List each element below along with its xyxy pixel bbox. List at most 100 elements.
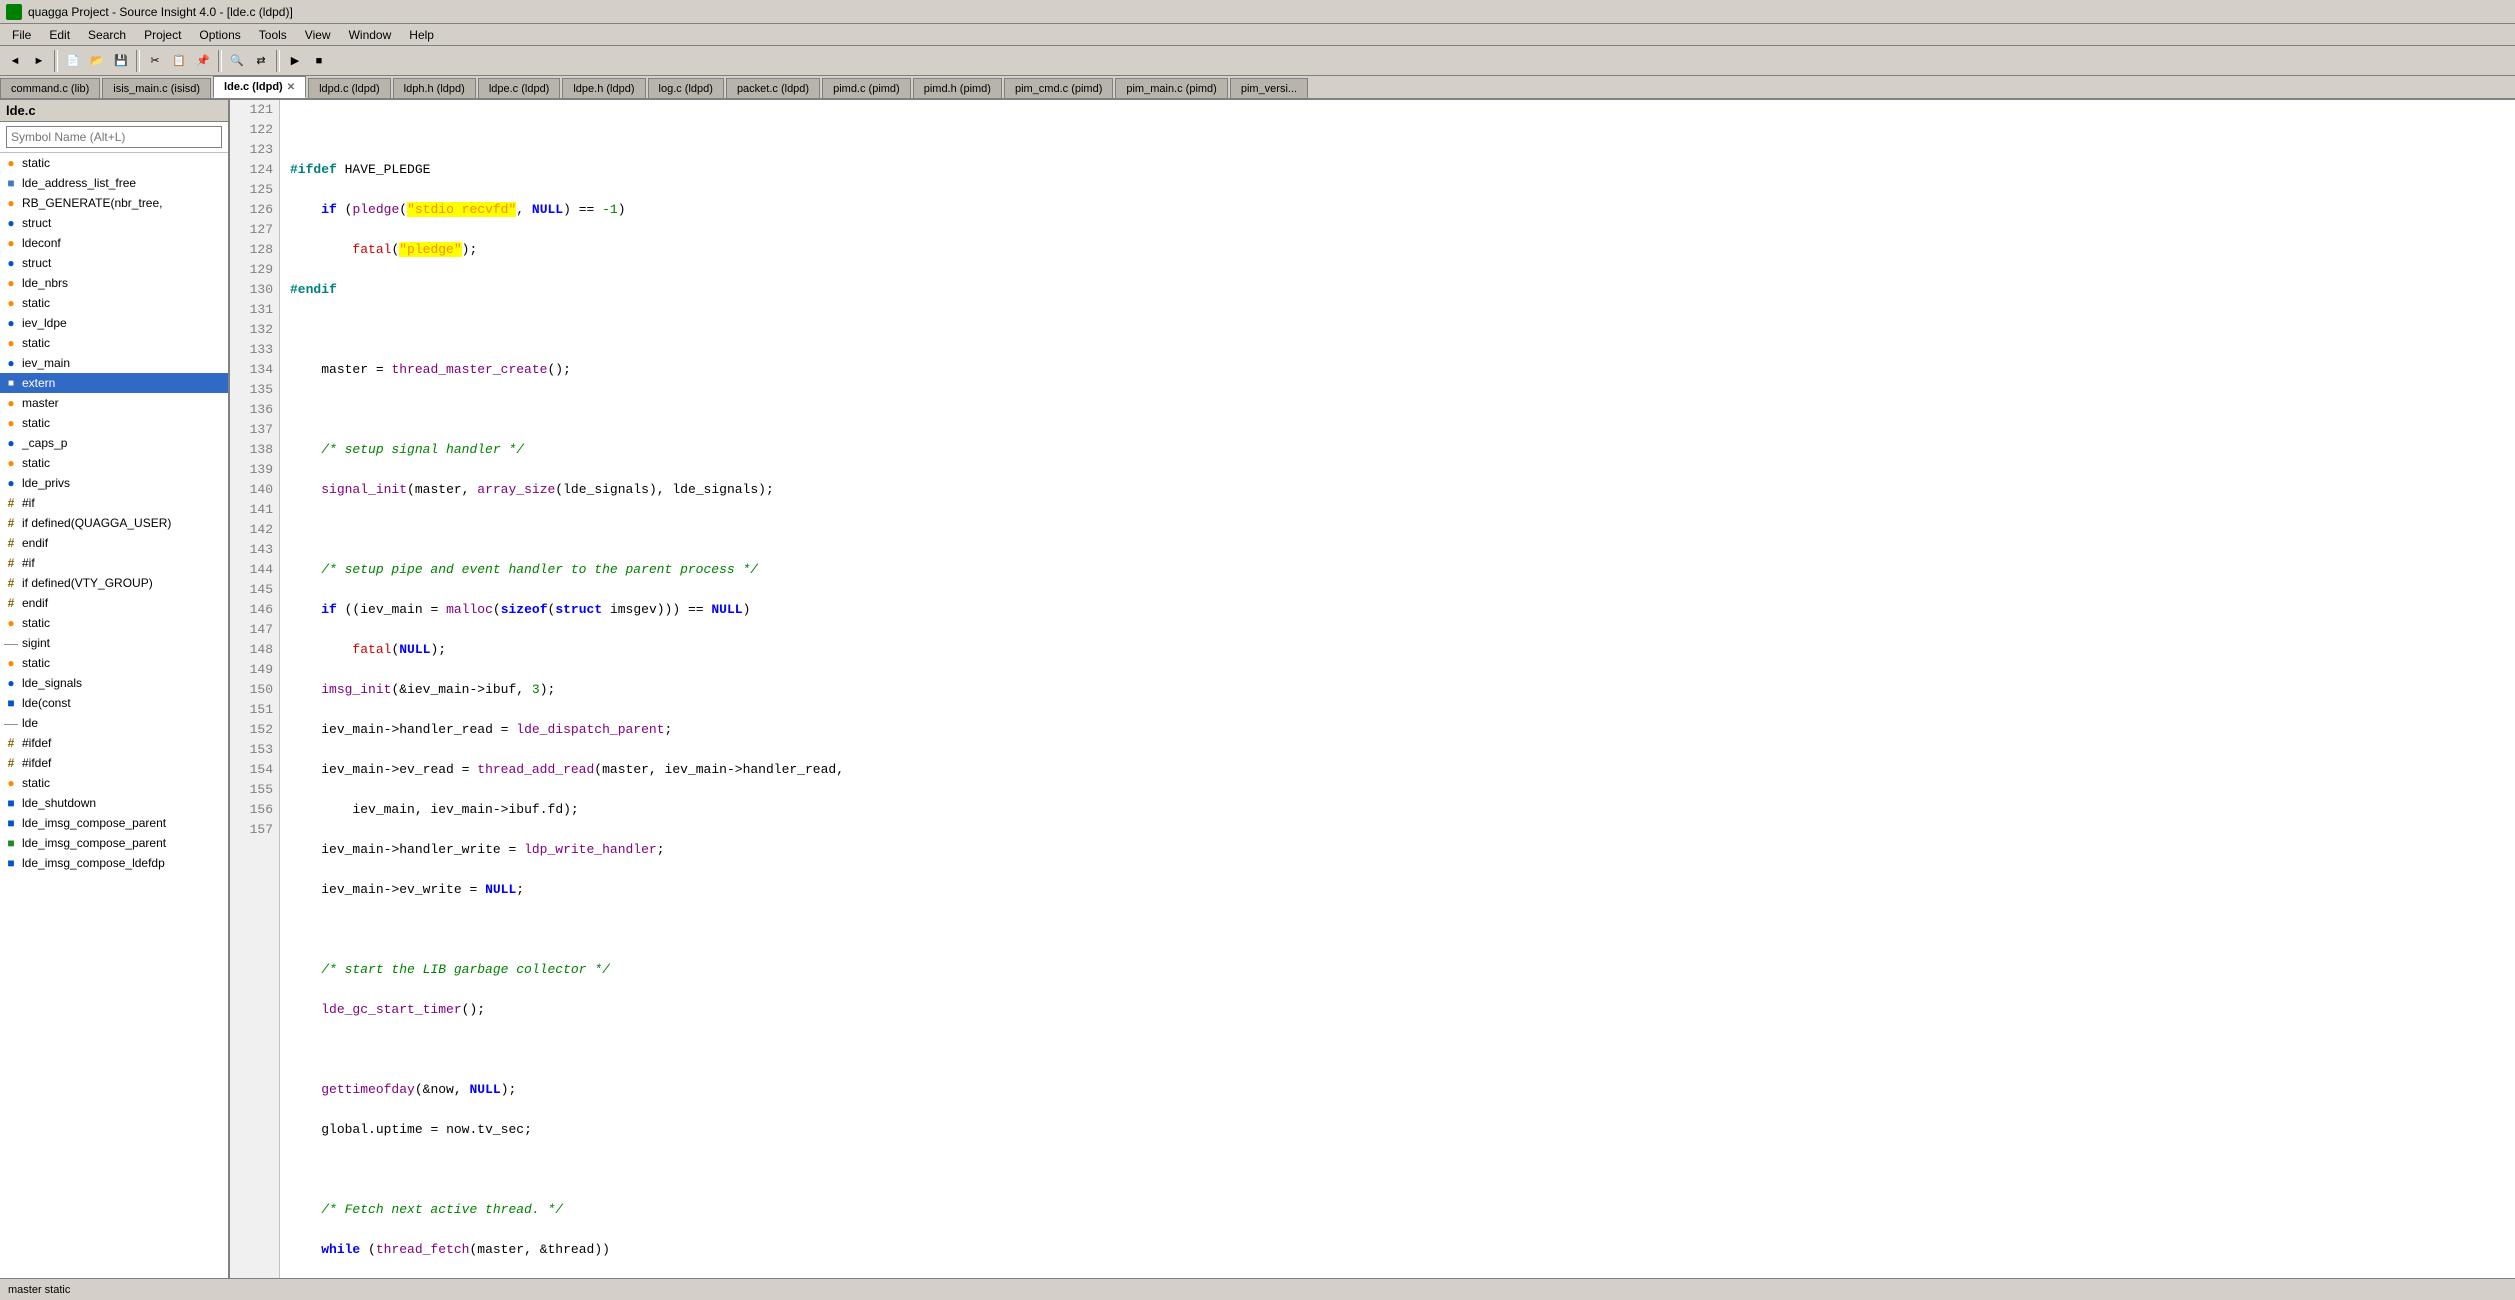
sidebar-search-container — [0, 122, 228, 153]
tab-ldph-h[interactable]: ldph.h (ldpd) — [393, 78, 476, 98]
circle-orange-icon11: ● — [4, 656, 18, 670]
menu-item-help[interactable]: Help — [401, 24, 442, 45]
sidebar-item-ldeimsgcomposeparent2[interactable]: ■ lde_imsg_compose_parent — [0, 833, 228, 853]
sidebar-item-static2[interactable]: ● static — [0, 293, 228, 313]
code-line-138: iev_main, iev_main->ibuf.fd); — [290, 800, 2505, 820]
code-line-141 — [290, 920, 2505, 940]
sidebar-item-endif2[interactable]: # endif — [0, 593, 228, 613]
code-line-148: /* Fetch next active thread. */ — [290, 1200, 2505, 1220]
circle-blue-icon1: ● — [4, 216, 18, 230]
toolbar-stop[interactable]: ■ — [308, 50, 330, 72]
tab-command-c[interactable]: command.c (lib) — [0, 78, 100, 98]
sidebar-item-static8[interactable]: ● static — [0, 773, 228, 793]
toolbar-copy[interactable]: 📋 — [168, 50, 190, 72]
circle-orange-icon8: ● — [4, 416, 18, 430]
title-bar-text: quagga Project - Source Insight 4.0 - [l… — [28, 5, 293, 19]
circle-orange-icon10: ● — [4, 616, 18, 630]
sidebar-item-struct2[interactable]: ● struct — [0, 253, 228, 273]
sidebar-item-static7[interactable]: ● static — [0, 653, 228, 673]
sidebar-item-endif1[interactable]: # endif — [0, 533, 228, 553]
box-blue-icon2: ■ — [4, 696, 18, 710]
sidebar-item-ldeconf[interactable]: ● ldeconf — [0, 233, 228, 253]
menu-item-project[interactable]: Project — [136, 24, 189, 45]
box-blue-icon4: ■ — [4, 816, 18, 830]
sidebar-item-extern[interactable]: ■ extern — [0, 373, 228, 393]
code-line-136: iev_main->handler_read = lde_dispatch_pa… — [290, 720, 2505, 740]
sidebar-item-static6[interactable]: ● static — [0, 613, 228, 633]
app-icon — [6, 4, 22, 20]
box-blue-icon: ■ — [4, 176, 18, 190]
hash-icon3: # — [4, 536, 18, 550]
sidebar: lde.c ● static ■ lde_address_list_free ●… — [0, 100, 230, 1278]
code-lines[interactable]: #ifdef HAVE_PLEDGE if (pledge("stdio rec… — [280, 100, 2515, 1278]
sidebar-item-ifdefined-user[interactable]: # if defined(QUAGGA_USER) — [0, 513, 228, 533]
toolbar-back[interactable]: ◄ — [4, 50, 26, 72]
code-line-122: #ifdef HAVE_PLEDGE — [290, 160, 2505, 180]
sidebar-item-static5[interactable]: ● static — [0, 453, 228, 473]
sidebar-item-if2[interactable]: # #if — [0, 553, 228, 573]
sidebar-item-ldeimsgcomposeldep[interactable]: ■ lde_imsg_compose_ldefdp — [0, 853, 228, 873]
sidebar-item-ldenbrs[interactable]: ● lde_nbrs — [0, 273, 228, 293]
sidebar-item-ievmain[interactable]: ● iev_main — [0, 353, 228, 373]
sidebar-item-struct1[interactable]: ● struct — [0, 213, 228, 233]
toolbar-search[interactable]: 🔍 — [226, 50, 248, 72]
title-bar: quagga Project - Source Insight 4.0 - [l… — [0, 0, 2515, 24]
tab-pim-main[interactable]: pim_main.c (pimd) — [1115, 78, 1227, 98]
sidebar-item-ldeshutdown[interactable]: ■ lde_shutdown — [0, 793, 228, 813]
menu-item-options[interactable]: Options — [191, 24, 248, 45]
sidebar-item-master[interactable]: ● master — [0, 393, 228, 413]
sidebar-item-ifdef1[interactable]: # #ifdef — [0, 733, 228, 753]
tab-pimd-c[interactable]: pimd.c (pimd) — [822, 78, 911, 98]
tab-pim-versi[interactable]: pim_versi... — [1230, 78, 1308, 98]
sidebar-item-sigint[interactable]: — sigint — [0, 633, 228, 653]
toolbar-build[interactable]: ▶ — [284, 50, 306, 72]
tab-log-c[interactable]: log.c (ldpd) — [648, 78, 724, 98]
sidebar-search-input[interactable] — [6, 126, 222, 148]
sidebar-item-ldeimsgcomposeparent1[interactable]: ■ lde_imsg_compose_parent — [0, 813, 228, 833]
sidebar-item-rbgenerate[interactable]: ● RB_GENERATE(nbr_tree, — [0, 193, 228, 213]
status-bar: master static — [0, 1278, 2515, 1300]
tab-close-icon[interactable]: ✕ — [287, 82, 295, 93]
toolbar-cut[interactable]: ✂ — [144, 50, 166, 72]
toolbar-open[interactable]: 📂 — [86, 50, 108, 72]
tab-pim-cmd[interactable]: pim_cmd.c (pimd) — [1004, 78, 1113, 98]
tabs-bar: command.c (lib) isis_main.c (isisd) lde.… — [0, 76, 2515, 100]
circle-orange-icon12: ● — [4, 776, 18, 790]
hash-icon2: # — [4, 516, 18, 530]
menu-item-search[interactable]: Search — [80, 24, 134, 45]
sidebar-item-ievldpe[interactable]: ● iev_ldpe — [0, 313, 228, 333]
tab-ldpe-c[interactable]: ldpe.c (ldpd) — [478, 78, 561, 98]
sidebar-item-ldesignals[interactable]: ● lde_signals — [0, 673, 228, 693]
toolbar-paste[interactable]: 📌 — [192, 50, 214, 72]
hash-icon4: # — [4, 556, 18, 570]
sidebar-item-ifdefined-vty[interactable]: # if defined(VTY_GROUP) — [0, 573, 228, 593]
menu-item-edit[interactable]: Edit — [41, 24, 78, 45]
tab-lde-c[interactable]: lde.c (ldpd) ✕ — [213, 76, 306, 98]
toolbar-new[interactable]: 📄 — [62, 50, 84, 72]
sidebar-item-capsp[interactable]: ● _caps_p — [0, 433, 228, 453]
sidebar-item-ifdef2[interactable]: # #ifdef — [0, 753, 228, 773]
sidebar-item-lde[interactable]: — lde — [0, 713, 228, 733]
sidebar-item-static1[interactable]: ● static — [0, 153, 228, 173]
sidebar-item-static3[interactable]: ● static — [0, 333, 228, 353]
code-line-131 — [290, 520, 2505, 540]
menu-item-tools[interactable]: Tools — [251, 24, 295, 45]
sidebar-item-ldeconst[interactable]: ■ lde(const — [0, 693, 228, 713]
tab-packet-c[interactable]: packet.c (ldpd) — [726, 78, 820, 98]
tab-ldpd-c[interactable]: ldpd.c (ldpd) — [308, 78, 391, 98]
toolbar-replace[interactable]: ⇄ — [250, 50, 272, 72]
menu-item-window[interactable]: Window — [341, 24, 400, 45]
sidebar-item-static4[interactable]: ● static — [0, 413, 228, 433]
tab-isis-main[interactable]: isis_main.c (isisd) — [102, 78, 211, 98]
menu-item-view[interactable]: View — [297, 24, 339, 45]
tab-pimd-h[interactable]: pimd.h (pimd) — [913, 78, 1002, 98]
toolbar-save[interactable]: 💾 — [110, 50, 132, 72]
line-icon1: — — [4, 636, 18, 650]
sidebar-item-if1[interactable]: # #if — [0, 493, 228, 513]
toolbar-fwd[interactable]: ► — [28, 50, 50, 72]
code-line-132: /* setup pipe and event handler to the p… — [290, 560, 2505, 580]
menu-item-file[interactable]: File — [4, 24, 39, 45]
sidebar-item-lde-address[interactable]: ■ lde_address_list_free — [0, 173, 228, 193]
tab-ldpe-h[interactable]: ldpe.h (ldpd) — [562, 78, 645, 98]
sidebar-item-ldeprivs[interactable]: ● lde_privs — [0, 473, 228, 493]
